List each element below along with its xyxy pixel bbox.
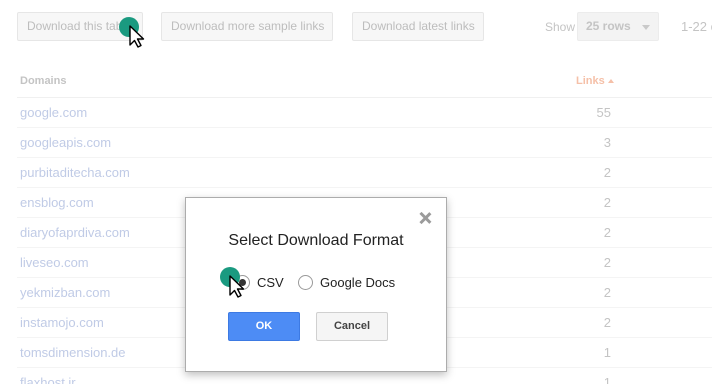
pagination-range: 1-22 of 22 <box>681 19 712 34</box>
links-count: 55 <box>596 105 611 120</box>
links-count: 1 <box>603 345 611 360</box>
links-count: 2 <box>603 315 611 330</box>
domain-link[interactable]: liveseo.com <box>20 255 89 270</box>
dialog-title: Select Download Format <box>228 232 404 249</box>
links-count: 3 <box>603 135 611 150</box>
links-count: 2 <box>603 225 611 240</box>
mouse-pointer-icon <box>220 267 245 298</box>
table-row: purbitaditecha.com 2 <box>17 158 712 188</box>
rows-per-page-select[interactable]: 25 rows <box>577 12 659 41</box>
domain-link[interactable]: instamojo.com <box>20 315 104 330</box>
sort-asc-icon <box>607 79 614 83</box>
column-header-links[interactable]: Links <box>576 75 614 87</box>
domain-link[interactable]: flaxhost.ir <box>20 375 76 384</box>
cancel-button[interactable]: Cancel <box>316 312 388 341</box>
show-label: Show <box>545 20 576 34</box>
page: Download this table Download more sample… <box>0 0 712 384</box>
mouse-pointer-icon <box>119 17 145 48</box>
domain-link[interactable]: diaryofaprdiva.com <box>20 225 130 240</box>
domain-link[interactable]: yekmizban.com <box>20 285 110 300</box>
column-header-domains[interactable]: Domains <box>20 75 66 87</box>
google-docs-radio[interactable] <box>298 275 313 290</box>
domain-link[interactable]: purbitaditecha.com <box>20 165 130 180</box>
links-count: 2 <box>603 255 611 270</box>
domain-link[interactable]: googleapis.com <box>20 135 111 150</box>
links-count: 2 <box>603 285 611 300</box>
column-header-links-label: Links <box>576 75 605 87</box>
download-latest-links-button[interactable]: Download latest links <box>352 12 484 41</box>
csv-radio-label[interactable]: CSV <box>257 275 284 290</box>
ok-button[interactable]: OK <box>228 312 300 341</box>
chevron-down-icon <box>642 25 650 30</box>
domain-link[interactable]: tomsdimension.de <box>20 345 126 360</box>
domain-link[interactable]: google.com <box>20 105 87 120</box>
links-count: 1 <box>603 375 611 384</box>
domain-link[interactable]: ensblog.com <box>20 195 94 210</box>
table-row: googleapis.com 3 <box>17 128 712 158</box>
links-count: 2 <box>603 165 611 180</box>
download-more-links-button[interactable]: Download more sample links <box>161 12 333 41</box>
google-docs-radio-label[interactable]: Google Docs <box>320 275 395 290</box>
rows-per-page-value: 25 rows <box>586 19 631 33</box>
links-count: 2 <box>603 195 611 210</box>
close-icon[interactable] <box>419 212 431 224</box>
table-row: google.com 55 <box>17 98 712 128</box>
